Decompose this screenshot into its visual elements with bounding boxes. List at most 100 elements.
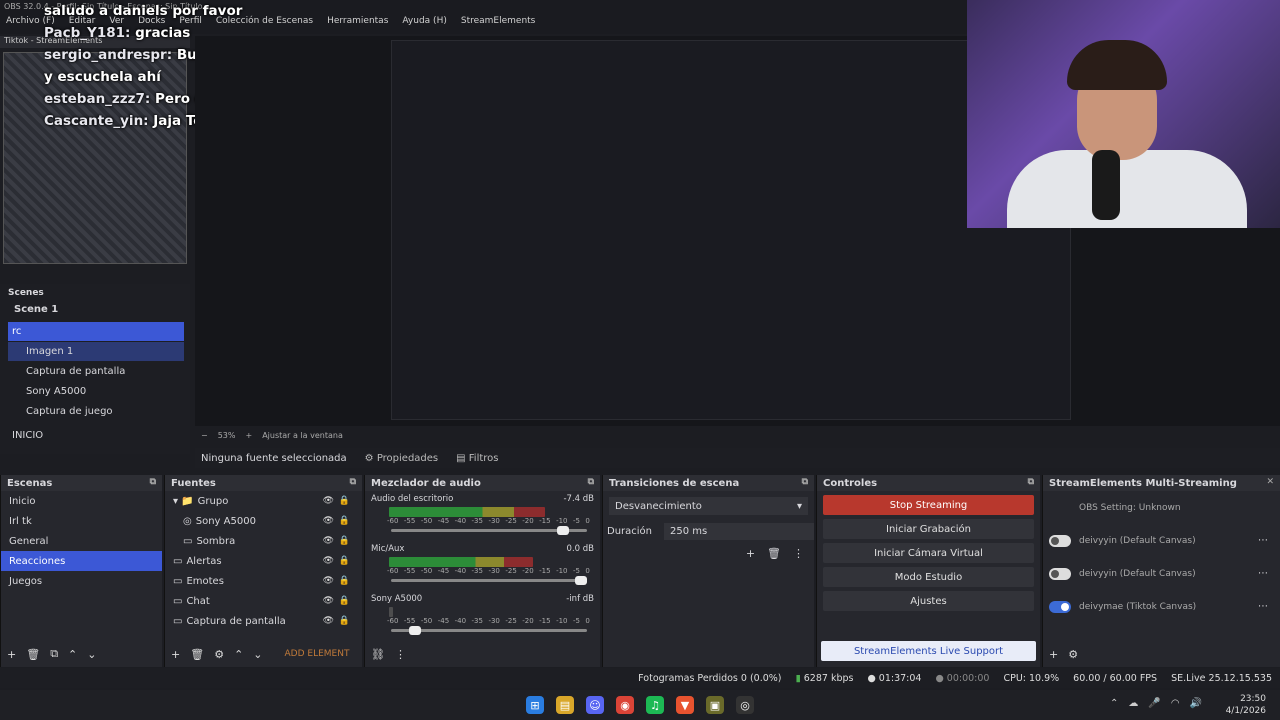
source-item[interactable]: Captura de juego bbox=[8, 402, 184, 421]
obs-icon[interactable]: ◎ bbox=[736, 696, 754, 714]
properties-button[interactable]: ⚙ Propiedades bbox=[365, 453, 438, 464]
eye-icon[interactable]: 👁 bbox=[323, 496, 334, 506]
stream-toggle[interactable] bbox=[1049, 567, 1071, 580]
menu-ayuda[interactable]: Ayuda (H) bbox=[402, 16, 446, 32]
transitions-dock: Transiciones de escena ⧉ Desvanecimiento ▾… bbox=[602, 475, 814, 667]
zoom-in-button[interactable]: + bbox=[245, 431, 252, 440]
dock-menu-icon[interactable]: ⧉ bbox=[1028, 477, 1034, 487]
stream-toggle[interactable] bbox=[1049, 534, 1071, 547]
add-icon[interactable]: + bbox=[1049, 648, 1058, 661]
trash-icon[interactable]: 🗑 bbox=[767, 547, 781, 560]
down-icon[interactable]: ⌄ bbox=[87, 648, 96, 661]
gear-icon[interactable]: ⚙ bbox=[214, 648, 224, 661]
eye-icon[interactable]: 👁 bbox=[323, 616, 334, 626]
scene-item[interactable]: Juegos bbox=[1, 571, 162, 591]
stream-toggle[interactable] bbox=[1049, 600, 1071, 613]
wifi-icon[interactable]: ◠ bbox=[1171, 698, 1180, 709]
chevron-up-icon[interactable]: ⌃ bbox=[1110, 698, 1118, 709]
discord-icon[interactable]: ☺ bbox=[586, 696, 604, 714]
dock-menu-icon[interactable]: ⧉ bbox=[150, 477, 156, 487]
lock-icon[interactable]: 🔒 bbox=[339, 496, 350, 506]
close-icon[interactable]: ✕ bbox=[1266, 477, 1274, 487]
source-row[interactable]: ▾ 📁 Grupo 👁 🔒 bbox=[165, 491, 362, 511]
scene-item[interactable]: Irl tk bbox=[1, 511, 162, 531]
source-row[interactable]: ▭ Alertas 👁 🔒 bbox=[165, 551, 362, 571]
settings-button[interactable]: Ajustes bbox=[823, 591, 1034, 611]
dock-menu-icon[interactable]: ⧉ bbox=[588, 477, 594, 487]
scene-item[interactable]: General bbox=[1, 531, 162, 551]
more-icon[interactable]: ⋯ bbox=[1258, 601, 1268, 612]
volume-slider[interactable] bbox=[391, 526, 587, 535]
volume-slider[interactable] bbox=[391, 576, 587, 585]
chrome-icon[interactable]: ◉ bbox=[616, 696, 634, 714]
clock[interactable]: 23:50 4/1/2026 bbox=[1226, 693, 1266, 717]
source-item[interactable]: Captura de pantalla bbox=[8, 362, 184, 381]
duration-input[interactable]: 250 ms bbox=[664, 522, 814, 540]
lock-icon[interactable]: 🔒 bbox=[339, 616, 350, 626]
transition-select[interactable]: Desvanecimiento ▾ bbox=[609, 497, 808, 515]
lock-icon[interactable]: 🔒 bbox=[339, 576, 350, 586]
volume-slider[interactable] bbox=[391, 626, 587, 635]
app-icon[interactable]: ▣ bbox=[706, 696, 724, 714]
trash-icon[interactable]: 🗑 bbox=[26, 648, 40, 661]
trash-icon[interactable]: 🗑 bbox=[190, 648, 204, 661]
spotify-icon[interactable]: ♫ bbox=[646, 696, 664, 714]
group-inicio[interactable]: INICIO bbox=[8, 426, 184, 445]
network-icon[interactable]: ☁ bbox=[1128, 698, 1138, 709]
scale-tick: -15 bbox=[539, 567, 551, 575]
volume-icon[interactable]: 🔊 bbox=[1190, 698, 1202, 709]
more-icon[interactable]: ⋮ bbox=[395, 648, 406, 661]
source-item[interactable]: Imagen 1 bbox=[8, 342, 184, 361]
eye-icon[interactable]: 👁 bbox=[323, 596, 334, 606]
eye-icon[interactable]: 👁 bbox=[323, 536, 334, 546]
eye-icon[interactable]: 👁 bbox=[323, 516, 334, 526]
lock-icon[interactable]: 🔒 bbox=[339, 596, 350, 606]
virtual-camera-button[interactable]: Iniciar Cámara Virtual bbox=[823, 543, 1034, 563]
volume-knob[interactable] bbox=[409, 626, 422, 635]
add-element-button[interactable]: ADD ELEMENT bbox=[285, 649, 350, 659]
source-row[interactable]: ◎ Sony A5000 👁 🔒 bbox=[165, 511, 362, 531]
stop-streaming-button[interactable]: Stop Streaming bbox=[823, 495, 1034, 515]
copy-icon[interactable]: ⧉ bbox=[50, 647, 58, 661]
more-icon[interactable]: ⋯ bbox=[1258, 535, 1268, 546]
menu-streamelements[interactable]: StreamElements bbox=[461, 16, 536, 32]
zoom-fit[interactable]: Ajustar a la ventana bbox=[262, 431, 343, 440]
start-icon[interactable]: ⊞ bbox=[526, 696, 544, 714]
scene-item-selected[interactable]: Reacciones bbox=[1, 551, 162, 571]
more-icon[interactable]: ⋯ bbox=[1258, 568, 1268, 579]
source-row[interactable]: ▭ Emotes 👁 🔒 bbox=[165, 571, 362, 591]
scene-name[interactable]: Scene 1 bbox=[14, 304, 58, 315]
dock-menu-icon[interactable]: ⧉ bbox=[350, 477, 356, 487]
volume-knob[interactable] bbox=[556, 526, 569, 535]
lock-icon[interactable]: 🔒 bbox=[339, 536, 350, 546]
gear-icon[interactable]: ⚙ bbox=[1068, 648, 1078, 661]
add-icon[interactable]: + bbox=[171, 648, 180, 661]
mic-icon[interactable]: 🎤 bbox=[1148, 698, 1160, 709]
brave-icon[interactable]: ▼ bbox=[676, 696, 694, 714]
down-icon[interactable]: ⌄ bbox=[253, 648, 262, 661]
volume-knob[interactable] bbox=[575, 576, 587, 585]
folder-icon[interactable]: ▤ bbox=[556, 696, 574, 714]
scene-item[interactable]: Inicio bbox=[1, 491, 162, 511]
zoom-out-button[interactable]: − bbox=[201, 431, 208, 440]
start-recording-button[interactable]: Iniciar Grabación bbox=[823, 519, 1034, 539]
dock-menu-icon[interactable]: ⧉ bbox=[802, 477, 808, 487]
studio-mode-button[interactable]: Modo Estudio bbox=[823, 567, 1034, 587]
link-icon[interactable]: ⛓ bbox=[371, 648, 385, 661]
add-icon[interactable]: + bbox=[746, 547, 755, 560]
filters-button[interactable]: ▤ Filtros bbox=[456, 453, 498, 464]
eye-icon[interactable]: 👁 bbox=[323, 576, 334, 586]
source-row[interactable]: ▭ Sombra 👁 🔒 bbox=[165, 531, 362, 551]
source-item[interactable]: Sony A5000 bbox=[8, 382, 184, 401]
source-row[interactable]: ▭ Chat 👁 🔒 bbox=[165, 591, 362, 611]
lock-icon[interactable]: 🔒 bbox=[339, 556, 350, 566]
source-item[interactable]: rc bbox=[8, 322, 184, 341]
live-support-button[interactable]: StreamElements Live Support bbox=[821, 641, 1036, 661]
up-icon[interactable]: ⌃ bbox=[234, 648, 243, 661]
source-row[interactable]: ▭ Captura de pantalla 👁 🔒 bbox=[165, 611, 362, 631]
lock-icon[interactable]: 🔒 bbox=[339, 516, 350, 526]
eye-icon[interactable]: 👁 bbox=[323, 556, 334, 566]
up-icon[interactable]: ⌃ bbox=[68, 648, 77, 661]
add-icon[interactable]: + bbox=[7, 648, 16, 661]
more-icon[interactable]: ⋮ bbox=[793, 547, 804, 560]
